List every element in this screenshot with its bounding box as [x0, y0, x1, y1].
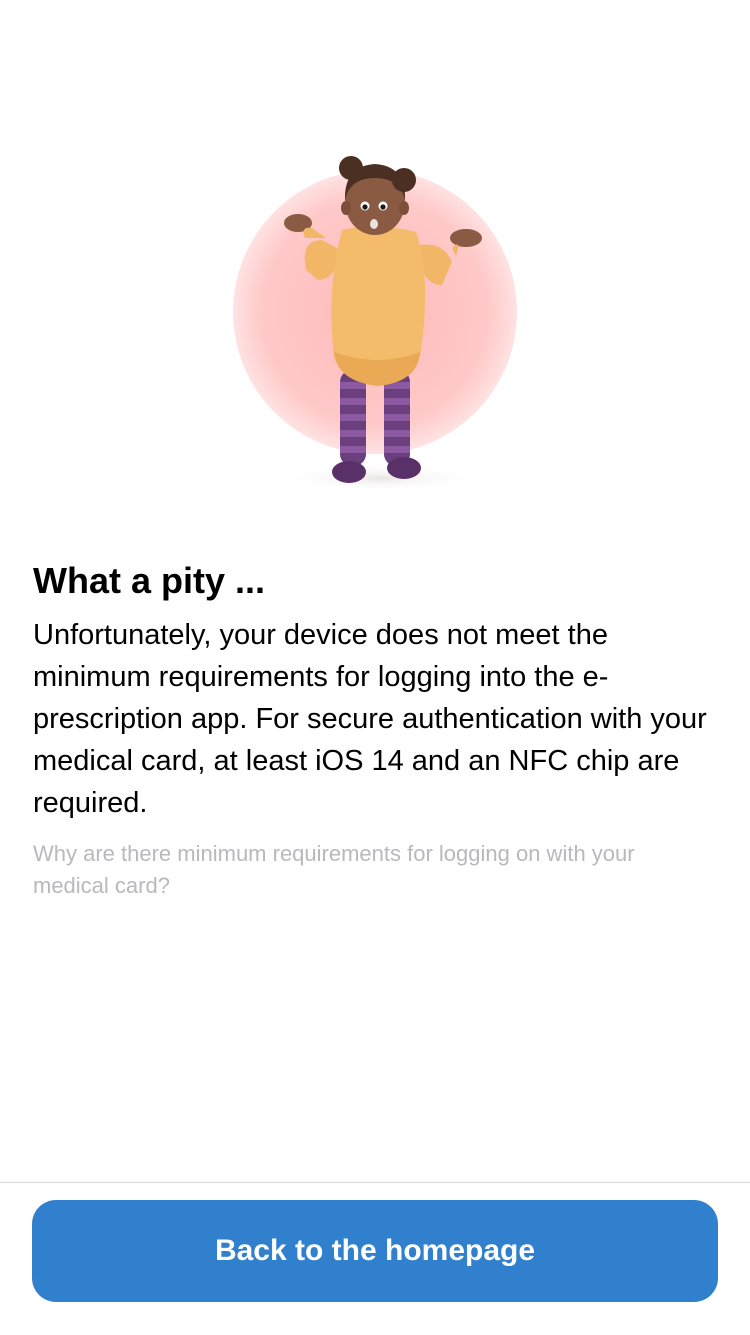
requirements-message: Unfortunately, your device does not meet…: [33, 619, 707, 819]
bottom-action-bar: Back to the homepage: [0, 1182, 750, 1335]
message-content: What a pity ... Unfortunately, your devi…: [33, 556, 713, 902]
back-to-homepage-button[interactable]: Back to the homepage: [32, 1200, 718, 1302]
ground-shadow: [285, 464, 475, 492]
page-title: What a pity ...: [33, 560, 266, 601]
minimum-requirements-info-link[interactable]: Why are there minimum requirements for l…: [33, 838, 713, 902]
shrugging-girl-illustration: [0, 130, 750, 510]
